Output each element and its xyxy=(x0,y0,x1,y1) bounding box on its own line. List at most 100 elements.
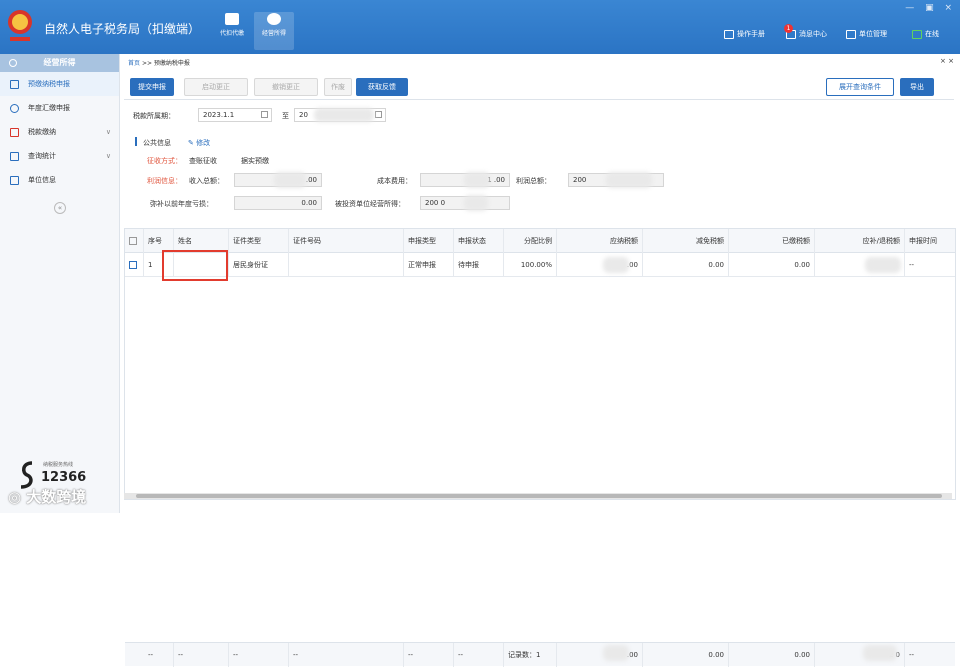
online-status[interactable]: 在线 xyxy=(912,29,939,39)
col-header-status[interactable]: 申报状态 xyxy=(454,229,504,253)
table-row[interactable]: 1 居民身份证 正常申报 待申报 100.00% .00 0.00 0.00 -… xyxy=(125,253,955,277)
col-header-report-type[interactable]: 申报类型 xyxy=(404,229,454,253)
close-tab-icon[interactable]: × × xyxy=(940,57,954,65)
sidebar-header-label: 经营所得 xyxy=(43,58,76,67)
toolbar: 提交申报 启动更正 撤销更正 作废 获取反馈 展开查询条件 导出 xyxy=(124,78,960,100)
manual-link[interactable]: 操作手册 xyxy=(724,29,765,39)
get-feedback-button[interactable]: 获取反馈 xyxy=(356,78,408,96)
profit-total-label: 利润总额： xyxy=(516,177,551,185)
void-button[interactable]: 作废 xyxy=(324,78,352,96)
profit-info-label: 利润信息： xyxy=(147,177,182,185)
messages-label: 消息中心 xyxy=(799,30,827,38)
cell-time: -- xyxy=(909,261,915,269)
title-bar: 自然人电子税务局（扣缴端） 代扣代缴 经营所得 操作手册 1 消息中心 单位管理… xyxy=(0,0,960,54)
app-title: 自然人电子税务局（扣缴端） xyxy=(44,22,201,36)
collapse-sidebar-button[interactable]: « xyxy=(54,202,66,214)
scrollbar-thumb[interactable] xyxy=(136,494,942,498)
row-checkbox[interactable] xyxy=(125,253,144,277)
cell-tax-paid: 0.00 xyxy=(729,253,815,277)
footer-cell: -- xyxy=(289,643,404,667)
redacted-area xyxy=(464,195,488,211)
sidebar-item-label: 查询统计 xyxy=(28,152,56,160)
message-count-badge: 1 xyxy=(784,23,793,33)
chevron-down-icon: ∨ xyxy=(105,128,111,136)
prepay-method-value: 据实预缴 xyxy=(241,157,269,165)
start-correction-button[interactable]: 启动更正 xyxy=(184,78,248,96)
sidebar-item-label: 单位信息 xyxy=(28,176,56,184)
edit-link[interactable]: ✎ 修改 xyxy=(188,138,210,148)
period-label: 税款所属期： xyxy=(133,112,175,120)
sidebar-item-annual-settlement[interactable]: 年度汇缴申报 xyxy=(0,96,119,120)
submit-declaration-button[interactable]: 提交申报 xyxy=(130,78,174,96)
main-panel: 首页 >> 预缴纳税申报 × × 提交申报 启动更正 撤销更正 作废 获取反馈 … xyxy=(124,54,960,667)
footer-cell: -- xyxy=(174,643,229,667)
col-header-tax-payable[interactable]: 应纳税额 xyxy=(557,229,643,253)
footer-time: -- xyxy=(909,651,915,659)
nav-withholding[interactable]: 代扣代缴 xyxy=(212,12,252,50)
breadcrumb: 首页 >> 预缴纳税申报 × × xyxy=(124,57,960,67)
edit-label: 修改 xyxy=(196,139,211,147)
sidebar-item-prepaid-declaration[interactable]: 预缴纳税申报 xyxy=(0,72,119,96)
footer-tax-paid: 0.00 xyxy=(729,643,815,667)
gear-icon xyxy=(9,59,17,67)
cell-id-type: 居民身份证 xyxy=(229,253,289,277)
sidebar-item-label: 预缴纳税申报 xyxy=(28,80,70,88)
collection-method-label: 征收方式： xyxy=(147,157,182,165)
col-header-ratio[interactable]: 分配比例 xyxy=(504,229,557,253)
col-header-refund[interactable]: 应补/退税额 xyxy=(815,229,905,253)
pencil-icon: ✎ xyxy=(188,139,197,147)
footer-tax-relief: 0.00 xyxy=(643,643,729,667)
redacted-area xyxy=(314,108,374,122)
table-footer: -- -- -- -- -- -- 记录数：1 .00 0.00 0.00 2 … xyxy=(125,642,955,667)
col-header-id-number[interactable]: 证件号码 xyxy=(289,229,404,253)
period-start-field[interactable]: 2023.1.1 xyxy=(198,108,272,122)
invested-income-label: 被投资单位经营所得： xyxy=(335,200,405,208)
period-start-value: 2023.1.1 xyxy=(203,111,235,119)
select-all-checkbox[interactable] xyxy=(125,229,144,253)
message-center-link[interactable]: 1 消息中心 xyxy=(784,23,827,39)
loss-label: 弥补以前年度亏损： xyxy=(150,200,213,208)
public-info-title: 公共信息 xyxy=(143,139,171,147)
cancel-correction-button[interactable]: 撤销更正 xyxy=(254,78,318,96)
nav-business-income[interactable]: 经营所得 xyxy=(254,12,294,50)
search-doc-icon xyxy=(10,152,19,161)
monitor-icon xyxy=(912,29,922,39)
calendar-icon xyxy=(375,111,382,118)
col-header-tax-paid[interactable]: 已缴税额 xyxy=(729,229,815,253)
wallet-icon xyxy=(225,13,239,25)
sidebar-item-query-stats[interactable]: 查询统计 ∨ xyxy=(0,144,119,168)
cell-tax-payable: .00 xyxy=(557,253,643,277)
period-end-value: 20 xyxy=(299,111,308,119)
footer-cell: -- xyxy=(404,643,454,667)
col-header-id-type[interactable]: 证件类型 xyxy=(229,229,289,253)
hotline-label: 纳税服务热线 xyxy=(43,462,74,468)
document-icon xyxy=(10,80,19,89)
horizontal-scrollbar[interactable] xyxy=(124,493,952,499)
redacted-area xyxy=(603,645,629,661)
refresh-icon xyxy=(10,104,19,113)
income-label: 收入总额： xyxy=(189,177,224,185)
redacted-area xyxy=(606,172,652,188)
sidebar-item-label: 年度汇缴申报 xyxy=(28,104,70,112)
watermark: ◎ 大数跨境 xyxy=(8,488,87,506)
col-header-time[interactable]: 申报时间 xyxy=(905,229,955,253)
redacted-area xyxy=(603,257,629,273)
sidebar-item-unit-info[interactable]: 单位信息 xyxy=(0,168,119,192)
sidebar: 经营所得 预缴纳税申报 年度汇缴申报 税款缴纳 ∨ 查询统计 ∨ 单位信息 « xyxy=(0,54,120,513)
collection-method-value: 查账征收 xyxy=(189,157,217,165)
unit-management-link[interactable]: 单位管理 xyxy=(846,29,887,39)
declaration-table: 序号 姓名 证件类型 证件号码 申报类型 申报状态 分配比例 应纳税额 减免税额… xyxy=(124,228,956,667)
book-icon xyxy=(724,29,734,39)
export-button[interactable]: 导出 xyxy=(900,78,934,96)
unit-mgmt-label: 单位管理 xyxy=(859,30,887,38)
window-controls[interactable]: — ▣ × xyxy=(905,3,956,13)
list-icon xyxy=(10,176,19,185)
col-header-tax-relief[interactable]: 减免税额 xyxy=(643,229,729,253)
breadcrumb-home[interactable]: 首页 xyxy=(128,60,140,67)
footer-cell: -- xyxy=(454,643,504,667)
loss-field[interactable]: 0.00 xyxy=(234,196,322,210)
expand-query-button[interactable]: 展开查询条件 xyxy=(826,78,894,96)
sidebar-item-tax-payment[interactable]: 税款缴纳 ∨ xyxy=(0,120,119,144)
building-icon xyxy=(846,29,856,39)
breadcrumb-separator: >> xyxy=(141,60,152,67)
